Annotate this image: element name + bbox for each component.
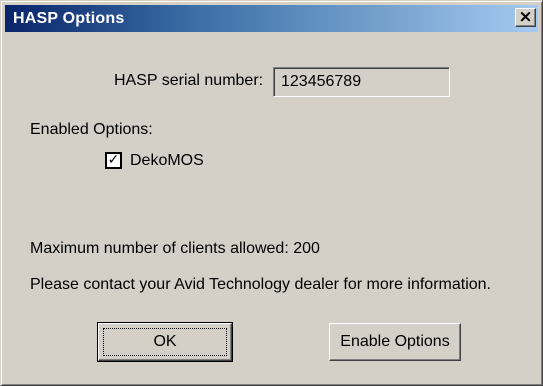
dekomos-label[interactable]: DekoMOS [130,152,204,170]
ok-button[interactable]: OK [97,322,233,362]
close-button[interactable]: × [515,8,536,27]
hasp-options-dialog: HASP Options × HASP serial number: 12345… [0,0,543,386]
contact-dealer-text: Please contact your Avid Technology deal… [30,276,491,293]
checkmark-icon: ✓ [107,152,120,168]
enable-options-button-label: Enable Options [340,333,450,350]
max-clients-text: Maximum number of clients allowed: 200 [30,240,320,257]
serial-number-field: 123456789 [273,67,450,97]
ok-button-label: OK [153,333,177,350]
title-bar[interactable]: HASP Options × [5,5,538,32]
serial-number-label: HASP serial number: [114,72,264,89]
enabled-options-heading: Enabled Options: [30,121,153,138]
dekomos-checkbox[interactable]: ✓ [105,152,122,169]
dialog-title: HASP Options [13,10,125,27]
enable-options-button[interactable]: Enable Options [329,323,461,361]
close-icon: × [518,7,533,27]
